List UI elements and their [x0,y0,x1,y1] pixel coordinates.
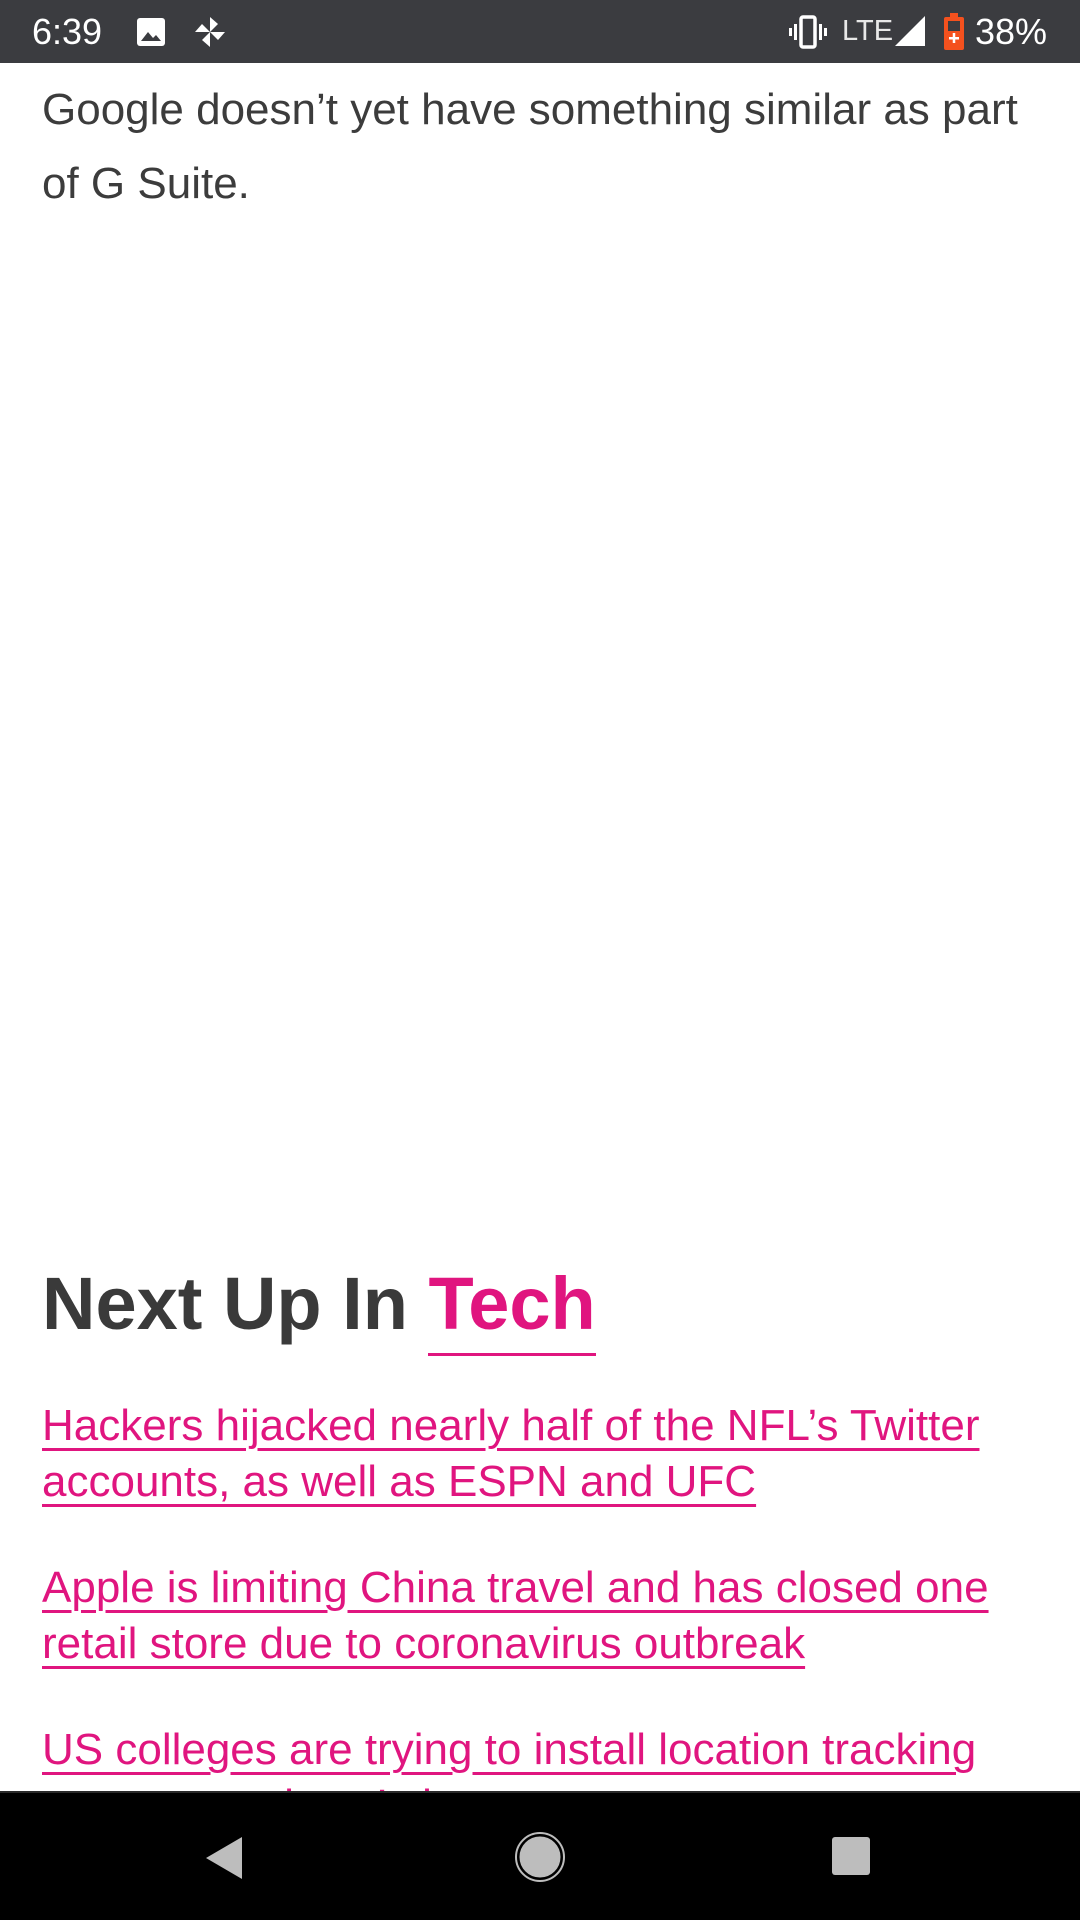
pinwheel-icon [195,17,225,47]
next-up-heading: Next Up In Tech [42,1258,596,1356]
battery-percentage: 38% [975,11,1048,52]
headline-link[interactable]: Apple is limiting China travel and has c… [42,1563,989,1668]
category-link-tech[interactable]: Tech [428,1262,596,1356]
article-paragraph: Google doesn’t yet have something simila… [42,85,1018,208]
signal-icon [895,16,925,46]
navigation-bar [0,1791,1080,1920]
next-up-prefix: Next Up In [42,1262,408,1345]
back-icon[interactable] [200,1833,250,1883]
status-bar: 6:39 LTE 38% [0,0,1080,63]
list-item: US colleges are trying to install locati… [42,1722,1052,1791]
network-type: LTE [842,15,894,47]
list-item: Apple is limiting China travel and has c… [42,1560,1052,1672]
article-content[interactable]: Google doesn’t yet have something simila… [0,63,1080,1791]
image-icon [137,18,165,46]
next-up-list: Hackers hijacked nearly half of the NFL’… [42,1398,1052,1791]
headline-link[interactable]: Hackers hijacked nearly half of the NFL’… [42,1401,979,1506]
battery-charging-icon [944,13,964,50]
vibrate-icon [789,15,827,49]
headline-link[interactable]: US colleges are trying to install locati… [42,1725,976,1791]
status-time: 6:39 [32,11,103,52]
list-item: Hackers hijacked nearly half of the NFL’… [42,1398,1052,1510]
home-icon[interactable] [514,1831,566,1883]
recents-icon[interactable] [830,1835,872,1877]
